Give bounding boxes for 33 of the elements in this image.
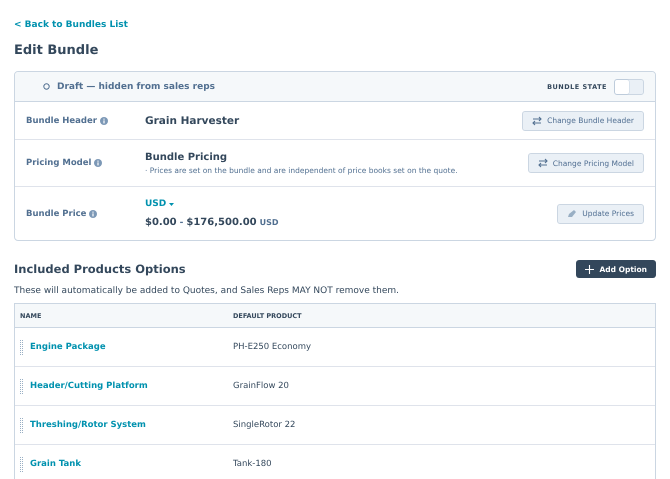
- page-title: Edit Bundle: [14, 43, 100, 58]
- section-description: These will automatically be added to Quotes, and Sales Reps MAY NOT remove them.: [14, 286, 400, 296]
- price-unit: USD: [260, 218, 279, 227]
- section-title: Included Products Options: [14, 262, 186, 276]
- pencil-icon: [567, 208, 578, 218]
- caret-icon: [169, 202, 174, 206]
- field-label: Bundle Header: [26, 116, 97, 126]
- option-link[interactable]: Threshing/Rotor System: [30, 420, 146, 430]
- currency-dropdown[interactable]: USD: [145, 199, 174, 209]
- back-link[interactable]: < Back to Bundles List: [14, 20, 128, 30]
- bundle-state-toggle[interactable]: [614, 78, 644, 94]
- table-cell: GrainFlow 20: [233, 381, 289, 391]
- option-link[interactable]: Header/Cutting Platform: [30, 381, 148, 391]
- info-icon: [89, 210, 98, 218]
- field-label: Pricing Model: [26, 158, 92, 168]
- field-value: Bundle Pricing: [145, 152, 228, 162]
- price-low: $0.00: [145, 217, 177, 228]
- price-separator: -: [180, 218, 184, 228]
- info-icon: [94, 159, 102, 167]
- table-cell: PH-E250 Economy: [233, 342, 312, 352]
- table-cell: Tank-180: [233, 459, 272, 469]
- field-label: Bundle Price: [26, 208, 86, 218]
- option-link[interactable]: Engine Package: [30, 342, 106, 352]
- info-icon: [100, 116, 108, 124]
- status-text: Draft — hidden from sales reps: [57, 82, 215, 92]
- table-cell: SingleRotor 22: [233, 420, 296, 430]
- price-high: $176,500.00: [186, 217, 257, 228]
- field-value: Grain Harvester: [145, 114, 240, 126]
- status-dot-icon: [43, 83, 50, 90]
- swap-icon: [532, 116, 542, 126]
- plus-icon: [585, 264, 594, 274]
- option-link[interactable]: Grain Tank: [30, 459, 81, 469]
- swap-icon: [538, 158, 548, 168]
